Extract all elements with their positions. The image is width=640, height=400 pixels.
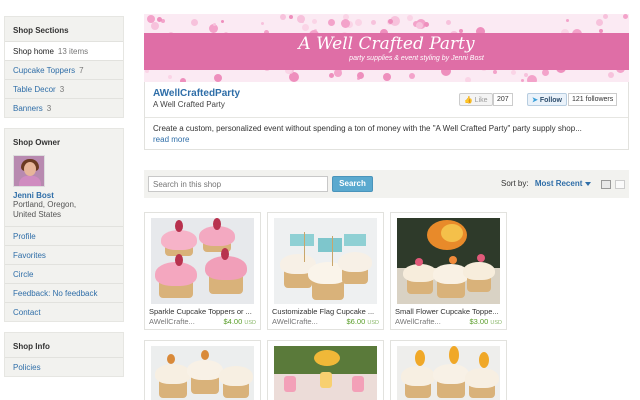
twitter-bird-icon: ➤ (532, 97, 538, 104)
search-input[interactable] (148, 176, 328, 192)
section-label: Shop home (13, 47, 54, 56)
listing-price: $6.00 USD (347, 317, 380, 326)
like-label: Like (474, 97, 488, 104)
owner-card: Jenni Bost Portland, Oregon, United Stat… (5, 153, 123, 226)
follow-label: Follow (539, 97, 562, 104)
listing-seller[interactable]: AWellCrafte... (272, 317, 318, 326)
twitter-follow-button[interactable]: ➤ Follow (527, 93, 567, 106)
like-count: 207 (493, 93, 513, 106)
search-button[interactable]: Search (332, 176, 373, 192)
avatar[interactable] (13, 155, 45, 187)
shop-info-panel: Shop Info Policies (4, 332, 124, 377)
owner-location-line-2: United States (13, 210, 62, 219)
listing-card[interactable]: Sparkle Cupcake Toppers or ... AWellCraf… (144, 212, 261, 330)
owner-link-circle[interactable]: Circle (5, 264, 123, 283)
listing-title[interactable]: Customizable Flag Cupcake ... (272, 307, 382, 316)
sort-dropdown[interactable]: Most Recent (535, 179, 592, 188)
listing-image[interactable] (151, 218, 254, 304)
price-value: $6.00 (346, 317, 366, 326)
listing-image[interactable] (397, 218, 500, 304)
sort-control: Sort by: Most Recent (501, 179, 592, 188)
listing-image[interactable] (274, 346, 377, 400)
divider (145, 117, 628, 118)
price-value: $4.00 (223, 317, 243, 326)
read-more-link[interactable]: read more (153, 135, 189, 144)
chevron-down-icon (585, 181, 592, 186)
shop-owner-panel: Shop Owner Jenni Bost Portland, Oregon, … (4, 128, 124, 322)
shop-name-link[interactable]: AWellCraftedParty (153, 88, 240, 99)
shop-search-bar: Search Sort by: Most Recent (144, 170, 629, 198)
sort-value: Most Recent (534, 179, 583, 188)
shop-sections-heading: Shop Sections (13, 26, 69, 35)
sidebar: Shop Sections Shop home 13 items Cupcake … (4, 16, 124, 387)
section-count: 7 (79, 66, 84, 75)
owner-link-feedback[interactable]: Feedback: No feedback (5, 283, 123, 302)
listing-card[interactable] (144, 340, 261, 400)
owner-name-link[interactable]: Jenni Bost (13, 191, 115, 200)
shop-owner-heading: Shop Owner (13, 138, 61, 147)
section-count: 13 items (57, 47, 89, 56)
listing-price: $4.00 USD (224, 317, 257, 326)
info-link-policies[interactable]: Policies (5, 357, 123, 376)
listing-card[interactable]: Small Flower Cupcake Toppe... AWellCraft… (390, 212, 507, 330)
owner-link-profile[interactable]: Profile (5, 226, 123, 245)
shop-description: Create a custom, personalized event with… (153, 124, 582, 133)
price-value: $3.00 (469, 317, 489, 326)
listing-title[interactable]: Sparkle Cupcake Toppers or ... (149, 307, 259, 316)
shop-info-heading: Shop Info (13, 342, 50, 351)
listing-image[interactable] (274, 218, 377, 304)
section-label: Cupcake Toppers (13, 66, 76, 75)
banner-subtitle: party supplies & event styling by Jenni … (349, 55, 484, 62)
section-shop-home[interactable]: Shop home 13 items (5, 41, 123, 60)
listing-card[interactable] (390, 340, 507, 400)
shop-sections-panel: Shop Sections Shop home 13 items Cupcake … (4, 16, 124, 118)
price-currency: USD (490, 320, 502, 326)
owner-location-line-1: Portland, Oregon, (13, 200, 77, 209)
listing-image[interactable] (397, 346, 500, 400)
followers-count: 121 followers (568, 93, 618, 106)
listing-card[interactable] (267, 340, 384, 400)
section-label: Banners (13, 104, 43, 113)
section-table-decor[interactable]: Table Decor 3 (5, 79, 123, 98)
owner-link-contact[interactable]: Contact (5, 302, 123, 321)
listing-price: $3.00 USD (470, 317, 503, 326)
section-count: 3 (46, 104, 52, 113)
shop-header: AWellCraftedParty A Well Crafted Party 👍… (144, 82, 629, 150)
listing-seller[interactable]: AWellCrafte... (395, 317, 441, 326)
price-currency: USD (244, 320, 256, 326)
section-label: Table Decor (13, 85, 56, 94)
section-count: 3 (59, 85, 65, 94)
grid-view-icon[interactable] (601, 180, 611, 189)
listing-card[interactable]: Customizable Flag Cupcake ... AWellCraft… (267, 212, 384, 330)
like-button[interactable]: 👍 Like (459, 93, 493, 106)
sort-label: Sort by: (501, 179, 529, 188)
listing-image[interactable] (151, 346, 254, 400)
banner-title: A Well Crafted Party (298, 34, 475, 54)
listing-seller[interactable]: AWellCrafte... (149, 317, 195, 326)
thumbs-up-icon: 👍 (464, 97, 473, 104)
shop-banner: A Well Crafted Party party supplies & ev… (144, 14, 629, 82)
list-view-icon[interactable] (615, 180, 625, 189)
shop-tagline: A Well Crafted Party (153, 100, 225, 109)
listing-title[interactable]: Small Flower Cupcake Toppe... (395, 307, 505, 316)
owner-link-favorites[interactable]: Favorites (5, 245, 123, 264)
price-currency: USD (367, 320, 379, 326)
section-banners[interactable]: Banners 3 (5, 98, 123, 117)
section-cupcake-toppers[interactable]: Cupcake Toppers 7 (5, 60, 123, 79)
